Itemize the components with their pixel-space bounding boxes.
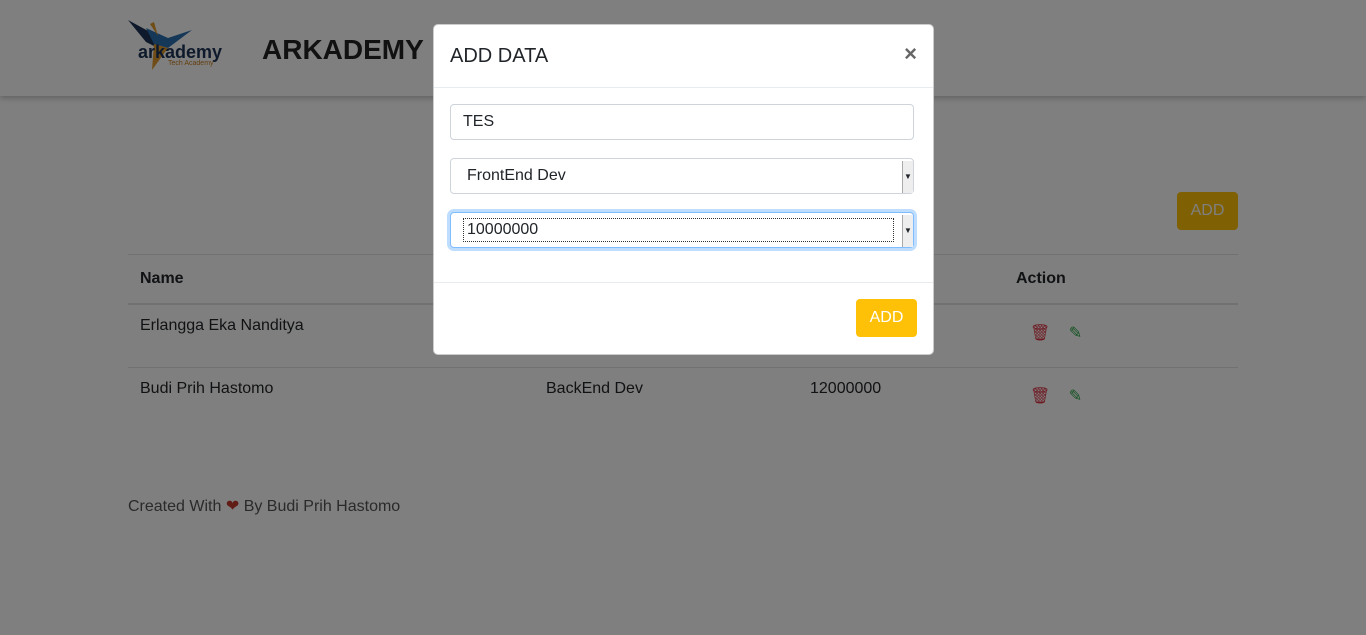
position-select[interactable]: FrontEnd Dev ▼ bbox=[450, 158, 914, 194]
position-value: FrontEnd Dev bbox=[467, 167, 566, 184]
modal-add-button[interactable]: ADD bbox=[856, 299, 917, 337]
name-input[interactable]: TES bbox=[450, 104, 914, 140]
modal-title: ADD DATA bbox=[450, 45, 549, 67]
close-icon[interactable]: × bbox=[904, 41, 917, 67]
add-data-modal: ADD DATA × TES FrontEnd Dev ▼ 10000000 ▼… bbox=[433, 24, 934, 355]
modal-footer-divider bbox=[434, 282, 933, 283]
dropdown-arrow-icon: ▼ bbox=[902, 215, 913, 247]
dropdown-arrow-icon: ▼ bbox=[902, 161, 913, 193]
modal-header: ADD DATA × bbox=[434, 25, 933, 88]
salary-value: 10000000 bbox=[463, 218, 894, 242]
salary-select[interactable]: 10000000 ▼ bbox=[450, 212, 914, 248]
